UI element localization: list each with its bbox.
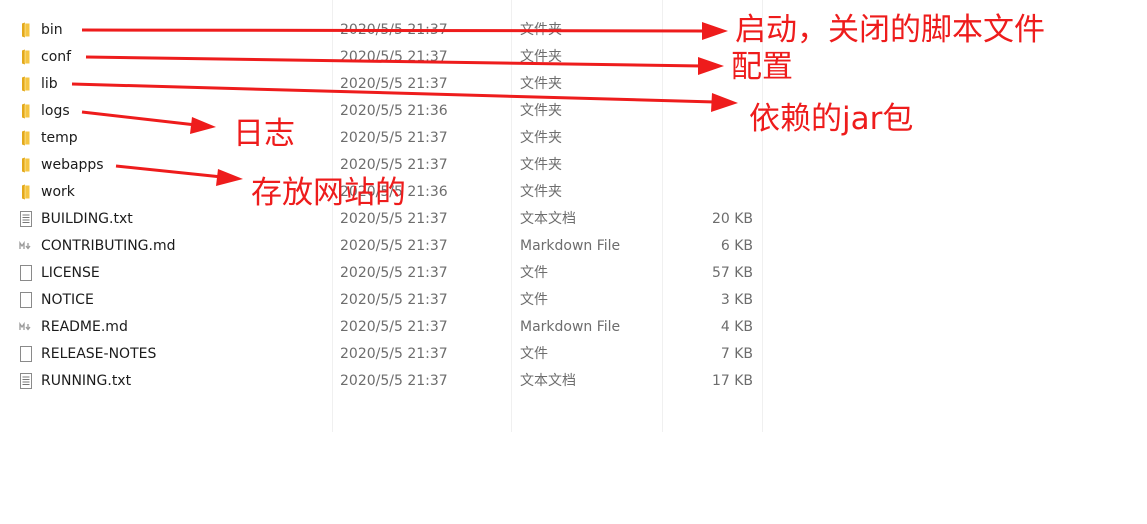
file-name: conf: [41, 49, 72, 65]
file-date-modified: 2020/5/5 21:36: [340, 103, 448, 119]
file-date-modified: 2020/5/5 21:37: [340, 319, 448, 335]
file-type: 文件夹: [520, 184, 562, 200]
file-size: 4 KB: [720, 319, 753, 335]
file-date-modified: 2020/5/5 21:37: [340, 76, 448, 92]
file-name: lib: [41, 76, 58, 92]
file-type: 文件夹: [520, 103, 562, 119]
file-date-modified: 2020/5/5 21:37: [340, 292, 448, 308]
file-row-running-txt[interactable]: RUNNING.txt 2020/5/5 21:37 文本文档 17 KB: [0, 368, 800, 395]
file-type: 文件: [520, 265, 548, 281]
folder-icon: [18, 157, 34, 173]
folder-icon: [18, 22, 34, 38]
file-date-modified: 2020/5/5 21:37: [340, 22, 448, 38]
file-date-modified: 2020/5/5 21:37: [340, 211, 448, 227]
file-type: Markdown File: [520, 319, 621, 335]
file-date-modified: 2020/5/5 21:37: [340, 265, 448, 281]
annotation-conf: 配置: [731, 49, 793, 85]
file-type: 文件夹: [520, 49, 562, 65]
file-name: bin: [41, 22, 63, 38]
file-type: 文件: [520, 346, 548, 362]
file-date-modified: 2020/5/5 21:37: [340, 157, 448, 173]
file-row-license[interactable]: LICENSE 2020/5/5 21:37 文件 57 KB: [0, 260, 800, 287]
file-row-conf[interactable]: conf 2020/5/5 21:37 文件夹: [0, 44, 800, 71]
file-name: RELEASE-NOTES: [41, 346, 157, 362]
folder-icon: [18, 76, 34, 92]
file-row-contributing-md[interactable]: CONTRIBUTING.md 2020/5/5 21:37 Markdown Fi…: [0, 233, 800, 260]
markdown-file-icon: [18, 238, 34, 254]
file-name: temp: [41, 130, 78, 146]
file-name: NOTICE: [41, 292, 94, 308]
file-size: 3 KB: [720, 292, 753, 308]
file-name: logs: [41, 103, 70, 119]
file-name: README.md: [41, 319, 128, 335]
file-type: 文本文档: [520, 373, 576, 389]
file-type: 文件夹: [520, 76, 562, 92]
file-type: 文件: [520, 292, 548, 308]
file-size: 17 KB: [711, 373, 753, 389]
folder-icon: [18, 49, 34, 65]
file-type: 文件夹: [520, 130, 562, 146]
file-name: LICENSE: [41, 265, 100, 281]
blank-file-icon: [18, 292, 34, 308]
annotation-bin: 启动，关闭的脚本文件: [735, 12, 1045, 48]
folder-icon: [18, 184, 34, 200]
file-size: 6 KB: [720, 238, 753, 254]
file-date-modified: 2020/5/5 21:37: [340, 130, 448, 146]
file-row-readme-md[interactable]: README.md 2020/5/5 21:37 Markdown File 4 KB: [0, 314, 800, 341]
annotation-lib: 依赖的jar包: [749, 101, 914, 137]
folder-icon: [18, 103, 34, 119]
file-type: Markdown File: [520, 238, 621, 254]
file-size: 7 KB: [720, 346, 753, 362]
file-type: 文本文档: [520, 211, 576, 227]
file-type: 文件夹: [520, 157, 562, 173]
file-row-logs[interactable]: logs 2020/5/5 21:36 文件夹: [0, 98, 800, 125]
annotation-webapps: 存放网站的: [251, 175, 406, 211]
annotation-logs: 日志: [233, 116, 295, 152]
file-date-modified: 2020/5/5 21:37: [340, 49, 448, 65]
file-name: CONTRIBUTING.md: [41, 238, 176, 254]
file-date-modified: 2020/5/5 21:37: [340, 373, 448, 389]
file-name: RUNNING.txt: [41, 373, 132, 389]
blank-file-icon: [18, 346, 34, 362]
blank-file-icon: [18, 265, 34, 281]
text-file-icon: [18, 211, 34, 227]
folder-icon: [18, 130, 34, 146]
file-date-modified: 2020/5/5 21:37: [340, 346, 448, 362]
file-size: 20 KB: [711, 211, 753, 227]
file-type: 文件夹: [520, 22, 562, 38]
file-row-bin[interactable]: bin 2020/5/5 21:37 文件夹: [0, 17, 800, 44]
file-row-lib[interactable]: lib 2020/5/5 21:37 文件夹: [0, 71, 800, 98]
file-size: 57 KB: [711, 265, 753, 281]
file-row-notice[interactable]: NOTICE 2020/5/5 21:37 文件 3 KB: [0, 287, 800, 314]
file-row-release-notes[interactable]: RELEASE-NOTES 2020/5/5 21:37 文件 7 KB: [0, 341, 800, 368]
text-file-icon: [18, 373, 34, 389]
file-row-temp[interactable]: temp 2020/5/5 21:37 文件夹: [0, 125, 800, 152]
file-date-modified: 2020/5/5 21:37: [340, 238, 448, 254]
file-name: BUILDING.txt: [41, 211, 133, 227]
markdown-file-icon: [18, 319, 34, 335]
file-name: work: [41, 184, 75, 200]
file-name: webapps: [41, 157, 104, 173]
